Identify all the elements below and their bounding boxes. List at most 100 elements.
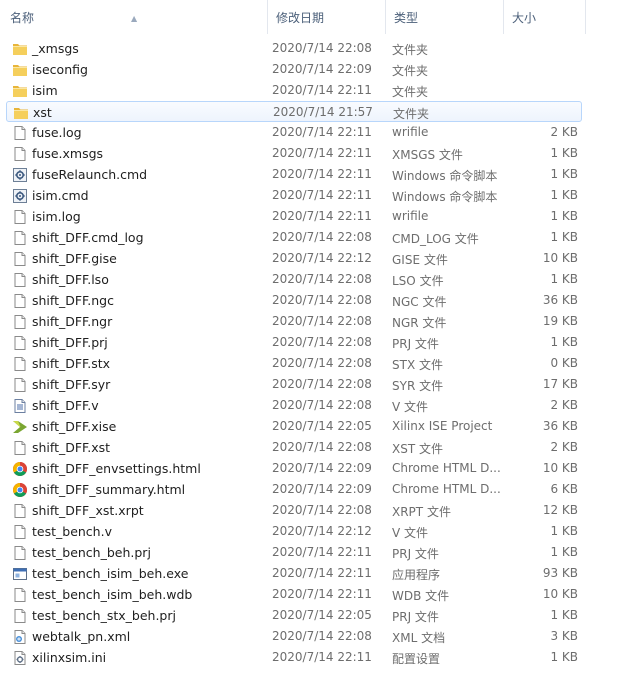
file-date: 2020/7/14 22:08: [272, 230, 372, 244]
column-header-name-label: 名称: [10, 11, 35, 25]
document-icon: [12, 545, 28, 561]
file-type: wrifile: [392, 209, 429, 223]
file-size: 6 KB: [550, 482, 578, 496]
file-date: 2020/7/14 22:08: [272, 272, 372, 286]
file-row[interactable]: shift_DFF.lso 2020/7/14 22:08 LSO 文件 1 KB: [6, 269, 582, 290]
document-icon: [12, 503, 28, 519]
file-row[interactable]: xst 2020/7/14 21:57 文件夹: [6, 101, 582, 122]
file-type: 文件夹: [392, 43, 429, 57]
folder-icon: [12, 83, 28, 99]
folder-icon: [13, 105, 29, 121]
file-row[interactable]: shift_DFF.v 2020/7/14 22:08 V 文件 2 KB: [6, 395, 582, 416]
column-header-date[interactable]: 修改日期: [268, 0, 386, 34]
file-row[interactable]: shift_DFF.xst 2020/7/14 22:08 XST 文件 2 KB: [6, 437, 582, 458]
file-row[interactable]: _xmsgs 2020/7/14 22:08 文件夹: [6, 38, 582, 59]
file-size: 0 KB: [550, 356, 578, 370]
folder-icon: [12, 62, 28, 78]
file-row[interactable]: shift_DFF.xise 2020/7/14 22:05 Xilinx ISE …: [6, 416, 582, 437]
file-type: 文件夹: [393, 107, 430, 121]
file-name: shift_DFF.lso: [32, 272, 109, 287]
file-date: 2020/7/14 22:11: [272, 83, 372, 97]
file-row[interactable]: test_bench_isim_beh.exe 2020/7/14 22:11 应用…: [6, 563, 582, 584]
file-row[interactable]: test_bench.v 2020/7/14 22:12 V 文件 1 KB: [6, 521, 582, 542]
file-row[interactable]: shift_DFF.gise 2020/7/14 22:12 GISE 文件 10 K…: [6, 248, 582, 269]
file-size: 36 KB: [542, 419, 578, 433]
file-type: GISE 文件: [392, 253, 448, 267]
file-size: 2 KB: [550, 125, 578, 139]
document-icon: [12, 293, 28, 309]
file-row[interactable]: test_bench_stx_beh.prj 2020/7/14 22:05 PRJ…: [6, 605, 582, 626]
file-row[interactable]: iseconfig 2020/7/14 22:09 文件夹: [6, 59, 582, 80]
document-icon: [12, 230, 28, 246]
file-type: PRJ 文件: [392, 610, 439, 624]
file-size: 3 KB: [550, 629, 578, 643]
file-type: Chrome HTML D...: [392, 482, 501, 496]
file-size: 1 KB: [550, 608, 578, 622]
file-name: isim.log: [32, 209, 81, 224]
file-row[interactable]: fuse.log 2020/7/14 22:11 wrifile 2 KB: [6, 122, 582, 143]
file-name: shift_DFF.ngr: [32, 314, 113, 329]
gear-script-icon: [12, 167, 28, 183]
file-size: 12 KB: [542, 503, 578, 517]
file-row[interactable]: shift_DFF.stx 2020/7/14 22:08 STX 文件 0 KB: [6, 353, 582, 374]
file-date: 2020/7/14 22:08: [272, 293, 372, 307]
file-size: 1 KB: [550, 335, 578, 349]
file-row[interactable]: isim.log 2020/7/14 22:11 wrifile 1 KB: [6, 206, 582, 227]
file-row[interactable]: test_bench_beh.prj 2020/7/14 22:11 PRJ 文件 1…: [6, 542, 582, 563]
file-row[interactable]: fuse.xmsgs 2020/7/14 22:11 XMSGS 文件 1 KB: [6, 143, 582, 164]
file-date: 2020/7/14 22:11: [272, 545, 372, 559]
file-row[interactable]: test_bench_isim_beh.wdb 2020/7/14 22:11 WD…: [6, 584, 582, 605]
column-header-name[interactable]: 名称 ▲: [2, 0, 268, 34]
file-name: shift_DFF.v: [32, 398, 99, 413]
file-date: 2020/7/14 22:11: [272, 188, 372, 202]
file-type: V 文件: [392, 526, 429, 540]
file-date: 2020/7/14 22:08: [272, 398, 372, 412]
file-size: 1 KB: [550, 230, 578, 244]
file-size: 1 KB: [550, 209, 578, 223]
column-header-type[interactable]: 类型: [386, 0, 504, 34]
file-type: STX 文件: [392, 358, 443, 372]
file-row[interactable]: isim.cmd 2020/7/14 22:11 Windows 命令脚本 1 KB: [6, 185, 582, 206]
file-size: 2 KB: [550, 398, 578, 412]
file-type: Chrome HTML D...: [392, 461, 501, 475]
file-row[interactable]: shift_DFF_xst.xrpt 2020/7/14 22:08 XRPT 文件…: [6, 500, 582, 521]
file-name: isim.cmd: [32, 188, 89, 203]
file-size: 2 KB: [550, 440, 578, 454]
file-date: 2020/7/14 22:08: [272, 629, 372, 643]
text-document-icon: [12, 398, 28, 414]
file-row[interactable]: shift_DFF_summary.html 2020/7/14 22:09 Chr…: [6, 479, 582, 500]
file-row[interactable]: shift_DFF.cmd_log 2020/7/14 22:08 CMD_LOG …: [6, 227, 582, 248]
file-date: 2020/7/14 22:11: [272, 650, 372, 664]
chrome-icon: [12, 482, 28, 498]
file-type: Windows 命令脚本: [392, 190, 498, 204]
document-icon: [12, 209, 28, 225]
column-header-size[interactable]: 大小: [504, 0, 586, 34]
file-name: xilinxsim.ini: [32, 650, 107, 665]
file-name: fuseRelaunch.cmd: [32, 167, 148, 182]
file-name: test_bench_isim_beh.exe: [32, 566, 189, 581]
file-date: 2020/7/14 22:11: [272, 566, 372, 580]
file-row[interactable]: shift_DFF_envsettings.html 2020/7/14 22:0…: [6, 458, 582, 479]
file-row[interactable]: shift_DFF.prj 2020/7/14 22:08 PRJ 文件 1 KB: [6, 332, 582, 353]
file-name: shift_DFF.ngc: [32, 293, 114, 308]
document-icon: [12, 146, 28, 162]
file-type: WDB 文件: [392, 589, 450, 603]
file-row[interactable]: webtalk_pn.xml 2020/7/14 22:08 XML 文档 3 KB: [6, 626, 582, 647]
folder-icon: [12, 41, 28, 57]
file-row[interactable]: shift_DFF.syr 2020/7/14 22:08 SYR 文件 17 KB: [6, 374, 582, 395]
document-icon: [12, 314, 28, 330]
file-date: 2020/7/14 22:08: [272, 503, 372, 517]
file-type: SYR 文件: [392, 379, 444, 393]
file-date: 2020/7/14 22:12: [272, 524, 372, 538]
document-icon: [12, 335, 28, 351]
file-row[interactable]: fuseRelaunch.cmd 2020/7/14 22:11 Windows 命…: [6, 164, 582, 185]
file-row[interactable]: shift_DFF.ngr 2020/7/14 22:08 NGR 文件 19 KB: [6, 311, 582, 332]
column-header-type-label: 类型: [394, 11, 419, 25]
file-row[interactable]: xilinxsim.ini 2020/7/14 22:11 配置设置 1 KB: [6, 647, 582, 668]
file-name: shift_DFF.stx: [32, 356, 111, 371]
file-row[interactable]: shift_DFF.ngc 2020/7/14 22:08 NGC 文件 36 KB: [6, 290, 582, 311]
file-name: webtalk_pn.xml: [32, 629, 131, 644]
file-name: shift_DFF_summary.html: [32, 482, 186, 497]
file-row[interactable]: isim 2020/7/14 22:11 文件夹: [6, 80, 582, 101]
document-icon: [12, 587, 28, 603]
